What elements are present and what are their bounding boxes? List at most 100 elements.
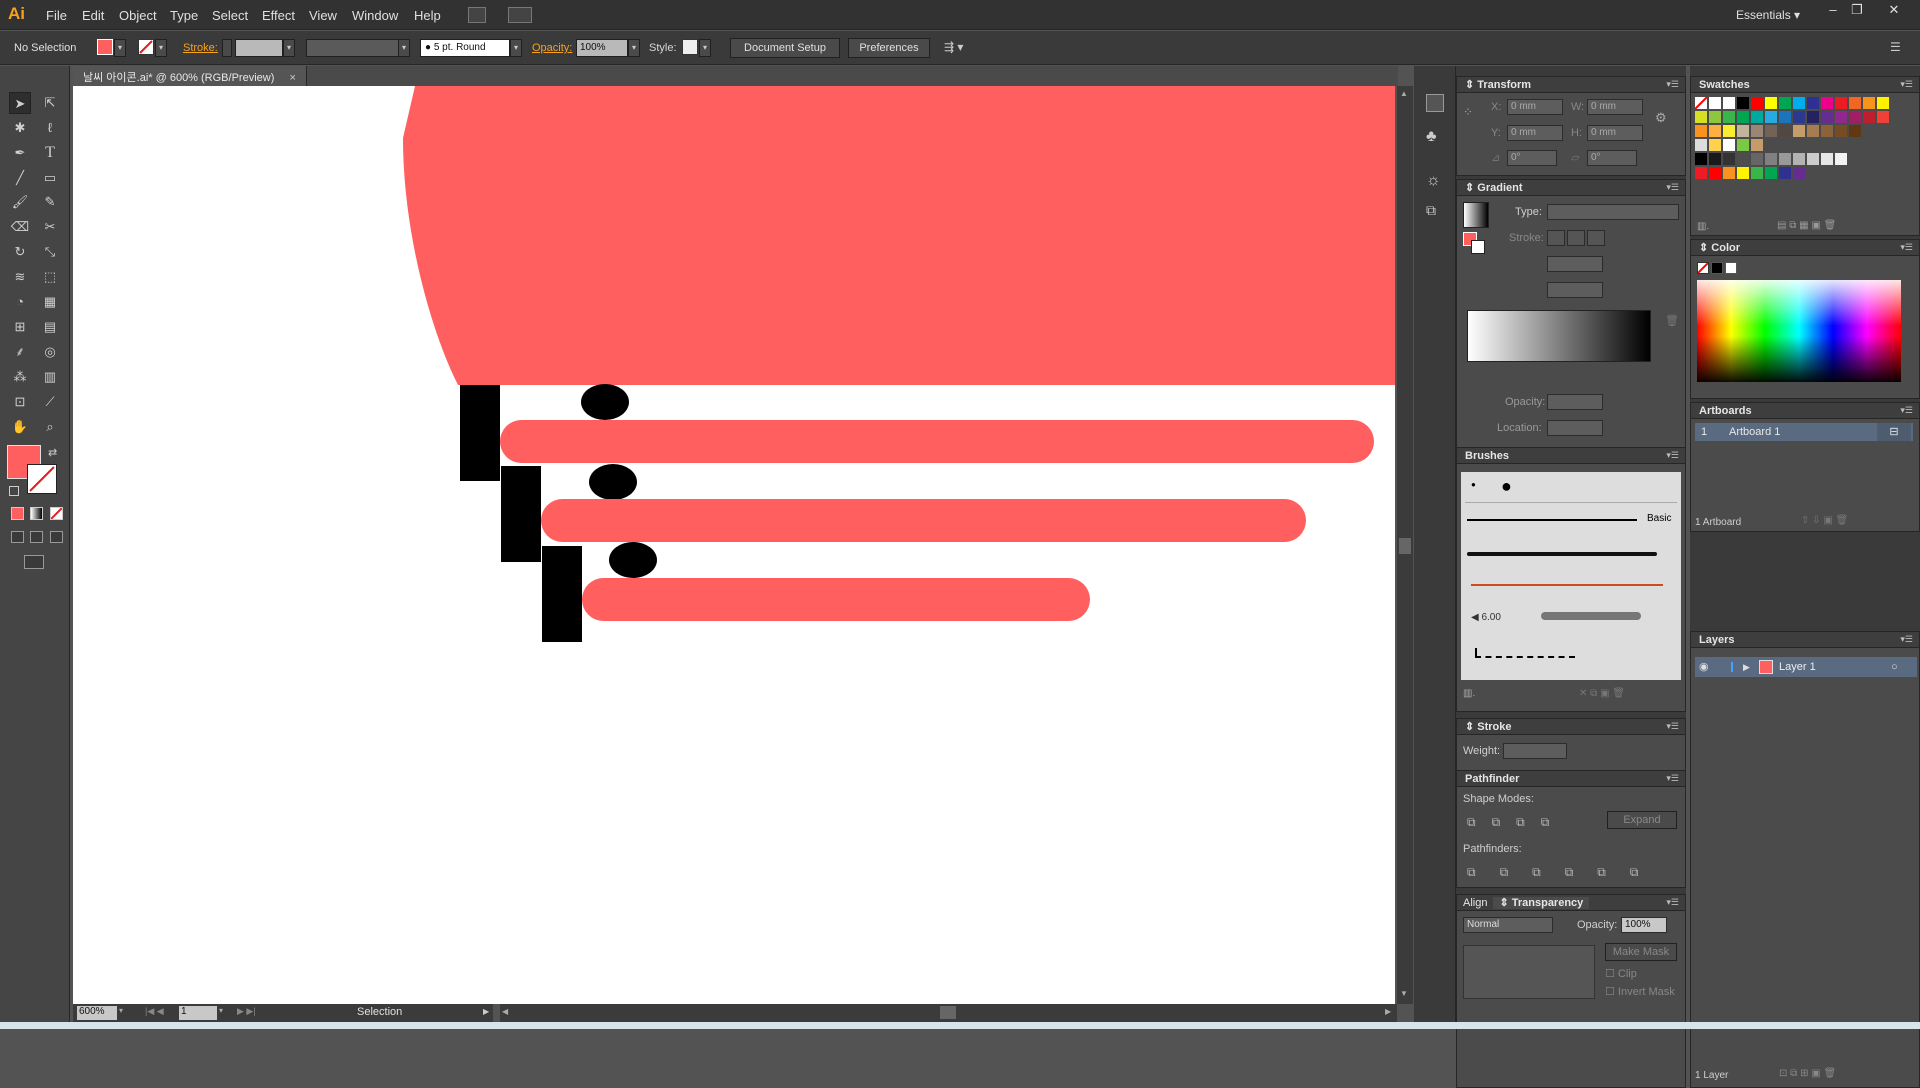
zoom-dropdown[interactable]: ▾ [119, 1006, 123, 1015]
scale-tool-icon[interactable]: ⤡ [39, 241, 61, 263]
gradient-panel-menu[interactable]: ▾☰ [1666, 182, 1679, 193]
menu-select[interactable]: Select [212, 8, 248, 23]
mask-thumbnail[interactable] [1463, 945, 1595, 999]
layer-row[interactable]: ◉ ▶ Layer 1 ○ [1695, 657, 1917, 677]
brush-libraries-icon[interactable]: ▥. [1463, 688, 1475, 699]
swap-fill-stroke-icon[interactable]: ⇄ [48, 446, 57, 459]
brushes-panel-header[interactable]: Brushes [1457, 448, 1685, 464]
fill-dropdown[interactable]: ▾ [114, 39, 126, 57]
restore-icon[interactable]: ❐ [1846, 2, 1868, 18]
close-tab-icon[interactable]: × [289, 72, 295, 84]
gradient-opacity-field[interactable] [1547, 394, 1603, 410]
brushes-list[interactable]: ● ● Basic ◀ 6.00 [1461, 472, 1681, 680]
brush-definition[interactable]: ● 5 pt. Round [420, 39, 510, 57]
shear-field[interactable]: 0° [1587, 150, 1637, 166]
menu-window[interactable]: Window [352, 8, 398, 23]
menu-edit[interactable]: Edit [82, 8, 104, 23]
reference-point-icon[interactable]: ⁘ [1463, 105, 1473, 119]
perspective-grid-tool-icon[interactable]: ▦ [39, 291, 61, 313]
expand-button[interactable]: Expand [1607, 811, 1677, 829]
warp-tool-icon[interactable]: ≋ [9, 266, 31, 288]
image-trace-icon[interactable]: ⧉ [1426, 202, 1436, 219]
default-colors-icon[interactable] [9, 486, 19, 496]
opacity-input[interactable]: 100% [576, 39, 628, 57]
swatches-footer-icons[interactable]: ▤ ⧉ ▦ ▣ 🗑 [1777, 220, 1836, 231]
brushes-panel-menu[interactable]: ▾☰ [1666, 450, 1679, 461]
brush-dropdown[interactable]: ▾ [510, 39, 522, 57]
symbols-icon[interactable]: ♣ [1426, 128, 1437, 146]
menu-effect[interactable]: Effect [262, 8, 295, 23]
draw-behind-icon[interactable] [30, 531, 43, 543]
invert-mask-checkbox[interactable]: ☐ Invert Mask [1605, 985, 1675, 998]
swatches-panel-menu[interactable]: ▾☰ [1900, 79, 1913, 90]
gradient-thumbnail[interactable] [1463, 202, 1489, 228]
style-dropdown[interactable]: ▾ [699, 39, 711, 57]
layer-target-icon[interactable]: ○ [1891, 657, 1898, 677]
color-white-icon[interactable] [1725, 262, 1737, 274]
stroke-weight-input[interactable] [235, 39, 283, 57]
blend-mode-select[interactable]: Normal [1463, 917, 1553, 933]
h-field[interactable]: 0 mm [1587, 125, 1643, 141]
stroke-dropdown[interactable]: ▾ [155, 39, 167, 57]
pathfinder-buttons[interactable]: ⧉⧉⧉⧉⧉⧉ [1467, 865, 1662, 880]
magic-wand-tool-icon[interactable]: ✱ [9, 117, 31, 139]
opacity-label[interactable]: Opacity: [532, 42, 572, 54]
layer-name[interactable]: Layer 1 [1779, 657, 1816, 677]
gradient-slider[interactable] [1467, 310, 1651, 362]
artboard-dropdown[interactable]: ▾ [219, 1006, 223, 1015]
artboard-number-input[interactable]: 1 [179, 1006, 217, 1020]
close-icon[interactable]: ✕ [1883, 2, 1905, 18]
hand-tool-icon[interactable]: ✋ [9, 416, 31, 438]
color-black-icon[interactable] [1711, 262, 1723, 274]
blend-tool-icon[interactable]: ◎ [39, 341, 61, 363]
stroke-weight-stepper[interactable] [222, 39, 232, 57]
scroll-up-icon[interactable]: ▲ [1400, 89, 1408, 98]
stroke-panel-menu[interactable]: ▾☰ [1666, 721, 1679, 732]
paintbrush-tool-icon[interactable]: 🖌 [9, 191, 31, 213]
fill-swatch[interactable] [97, 39, 113, 55]
gradient-mode-icon[interactable] [30, 507, 43, 520]
artboard-row[interactable]: 1 Artboard 1 ⊟ [1695, 423, 1913, 441]
free-transform-tool-icon[interactable]: ⬚ [39, 266, 61, 288]
gradient-stroke-icon[interactable] [1471, 240, 1485, 254]
gradient-stroke-along-icon[interactable] [1567, 230, 1585, 246]
gradient-stroke-across-icon[interactable] [1587, 230, 1605, 246]
brush-charcoal[interactable] [1467, 552, 1657, 556]
w-field[interactable]: 0 mm [1587, 99, 1643, 115]
last-artboard-icon[interactable]: ▶ ▶| [237, 1006, 256, 1017]
rectangle-tool-icon[interactable]: ▭ [39, 167, 61, 189]
y-field[interactable]: 0 mm [1507, 125, 1563, 141]
gradient-stroke-within-icon[interactable] [1547, 230, 1565, 246]
zoom-tool-icon[interactable]: ⌕ [39, 416, 61, 438]
pathfinder-panel-header[interactable]: Pathfinder [1457, 771, 1685, 787]
eyedropper-tool-icon[interactable]: ⸙ [9, 341, 31, 363]
brush-dashed[interactable] [1475, 648, 1575, 658]
swatch-grid[interactable] [1695, 97, 1895, 197]
constrain-proportions-icon[interactable]: ⚙ [1655, 110, 1667, 126]
slice-tool-icon[interactable]: ⟋ [39, 391, 61, 413]
arrange-documents-icon[interactable] [508, 7, 532, 23]
opacity-dropdown[interactable]: ▾ [628, 39, 640, 57]
menu-help[interactable]: Help [414, 8, 441, 23]
gradient-panel-header[interactable]: ⇕ Gradient [1457, 180, 1685, 196]
transparency-tab[interactable]: ⇕ Transparency [1493, 897, 1590, 909]
menu-file[interactable]: File [46, 8, 67, 23]
transform-panel-header[interactable]: ⇕ Transform [1457, 77, 1685, 93]
stroke-panel-header[interactable]: ⇕ Stroke [1457, 719, 1685, 735]
current-tool-status[interactable]: Selection [357, 1006, 402, 1018]
brushes-footer-icons[interactable]: ✕ ⧉ ▣ 🗑 [1579, 688, 1625, 699]
type-tool-icon[interactable]: T [39, 142, 61, 164]
layer-visibility-eye-icon[interactable]: ◉ [1699, 657, 1709, 677]
stroke-swatch[interactable] [138, 39, 154, 55]
minimize-icon[interactable]: – [1822, 2, 1844, 18]
rotate-tool-icon[interactable]: ↻ [9, 241, 31, 263]
brush-bristle[interactable] [1541, 612, 1641, 620]
gradient-aspect-field[interactable] [1547, 282, 1603, 298]
draw-inside-icon[interactable] [50, 531, 63, 543]
make-mask-button[interactable]: Make Mask [1605, 943, 1677, 961]
pathfinder-panel-menu[interactable]: ▾☰ [1666, 773, 1679, 784]
horizontal-scroll-thumb[interactable] [940, 1006, 956, 1019]
arrange-icon[interactable]: ⇶ ▾ [944, 40, 963, 54]
brush-basic-stroke[interactable] [1467, 519, 1637, 521]
lasso-tool-icon[interactable]: ℓ [39, 117, 61, 139]
